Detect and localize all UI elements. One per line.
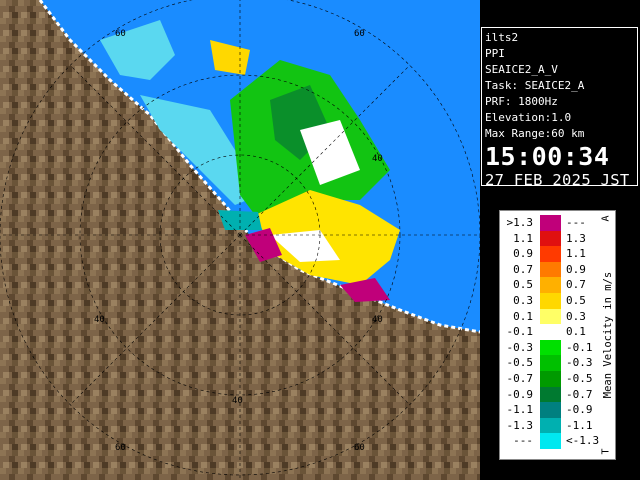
legend-row: 0.1 0.3	[500, 308, 615, 325]
legend-lower-bound: -0.7	[506, 372, 534, 385]
legend-lower-bound: ---	[513, 434, 533, 448]
task-name: Task: SEAICE2_A	[485, 79, 585, 92]
legend-row: 0.3 0.5	[500, 293, 615, 309]
legend-lower-bound: -0.3	[506, 340, 534, 354]
site-name: ilts2	[485, 31, 519, 44]
legend-upper-bound: -0.9	[566, 403, 593, 417]
legend-lower-bound: 0.9	[513, 247, 533, 261]
legend-lower-bound: -1.3	[506, 418, 534, 432]
range-label: 40	[94, 315, 105, 325]
legend-swatch	[540, 230, 561, 247]
legend-row: --- <-1.3	[500, 433, 615, 449]
legend-title: Mean Velocity in m/s	[602, 271, 614, 399]
legend-row: -0.9 -0.7	[500, 386, 615, 403]
scan-name: SEAICE2_A_V	[485, 63, 558, 76]
legend-swatch	[540, 261, 561, 278]
legend-row: -0.3 -0.1	[500, 339, 615, 356]
legend-lower-bound: 0.7	[513, 262, 533, 276]
velocity-legend: >1.3 --- 1.1 1.3 0.9 1.1 0.7 0.9 0.5 0.7 0.3 0.5 0.1…	[499, 210, 616, 460]
legend-upper-bound: 1.1	[566, 247, 586, 261]
legend-swatch	[540, 355, 561, 371]
legend-upper-bound: -0.5	[566, 372, 593, 385]
legend-row: -0.5 -0.3	[500, 355, 615, 371]
scan-info-panel: ilts2 PPI SEAICE2_A_V Task: SEAICE2_A PR…	[481, 27, 638, 189]
legend-upper-bound: 0.9	[566, 262, 586, 276]
legend-lower-bound: 1.1	[513, 231, 533, 245]
legend-lower-bound: -1.1	[506, 403, 534, 417]
legend-swatch	[540, 402, 561, 418]
legend-swatch	[540, 246, 561, 262]
legend-row: 1.1 1.3	[500, 230, 615, 247]
legend-row: -1.3 -1.1	[500, 417, 615, 434]
range-label: 40	[372, 315, 383, 325]
scan-date: 27 FEB 2025 JST	[485, 171, 630, 189]
legend-lower-bound: 0.3	[513, 294, 533, 307]
max-range-value: Max Range:60 km	[485, 127, 585, 140]
legend-lower-bound: >1.3	[506, 216, 534, 229]
legend-swatch	[540, 339, 561, 356]
range-label: 60	[115, 29, 126, 39]
legend-swatch	[540, 277, 561, 293]
legend-swatch	[540, 433, 561, 449]
legend-swatch	[540, 417, 561, 434]
legend-row: -1.1 -0.9	[500, 402, 615, 418]
legend-row: 0.9 1.1	[500, 246, 615, 262]
legend-upper-bound: -0.7	[566, 387, 593, 401]
legend-lower-bound: -0.9	[506, 387, 534, 401]
legend-row: -0.7 -0.5	[500, 371, 615, 387]
range-label: 40	[372, 154, 383, 164]
radar-ppi-map: 60 40 40 40 40 60 60 60	[0, 0, 480, 480]
legend-upper-bound: ---	[566, 216, 586, 229]
legend-swatch	[540, 215, 561, 231]
legend-swatch	[540, 293, 561, 309]
legend-swatch	[540, 308, 561, 325]
legend-upper-bound: -0.3	[566, 356, 593, 370]
legend-row: -0.1 0.1	[500, 324, 615, 340]
range-label: 60	[354, 29, 365, 39]
legend-upper-bound: -1.1	[566, 418, 593, 432]
scan-time: 15:00:34	[485, 142, 610, 171]
legend-upper-bound: 0.7	[566, 278, 586, 292]
legend-upper-bound: 1.3	[566, 231, 586, 245]
legend-upper-bound: 0.1	[566, 325, 586, 339]
legend-row: >1.3 ---	[500, 215, 615, 231]
legend-axis: Mean Velocity in m/s	[601, 211, 615, 459]
legend-upper-bound: -0.1	[566, 340, 593, 354]
legend-upper-bound: 0.3	[566, 309, 586, 323]
product-type: PPI	[485, 47, 505, 60]
range-label: 60	[354, 443, 365, 453]
legend-swatch	[540, 386, 561, 403]
legend-cap-bottom: T	[600, 448, 612, 455]
legend-upper-bound: 0.5	[566, 294, 586, 307]
legend-lower-bound: 0.5	[513, 278, 533, 292]
legend-upper-bound: <-1.3	[566, 434, 600, 448]
elevation-value: Elevation:1.0	[485, 111, 572, 124]
legend-lower-bound: 0.1	[513, 309, 533, 323]
legend-lower-bound: -0.5	[506, 356, 534, 370]
legend-swatch	[540, 371, 561, 387]
legend-swatch	[540, 324, 561, 340]
legend-row: 0.5 0.7	[500, 277, 615, 293]
range-label: 60	[115, 443, 126, 453]
legend-lower-bound: -0.1	[506, 325, 534, 339]
range-label: 40	[232, 396, 243, 406]
prf-value: PRF: 1800Hz	[485, 95, 558, 108]
legend-row: 0.7 0.9	[500, 261, 615, 278]
